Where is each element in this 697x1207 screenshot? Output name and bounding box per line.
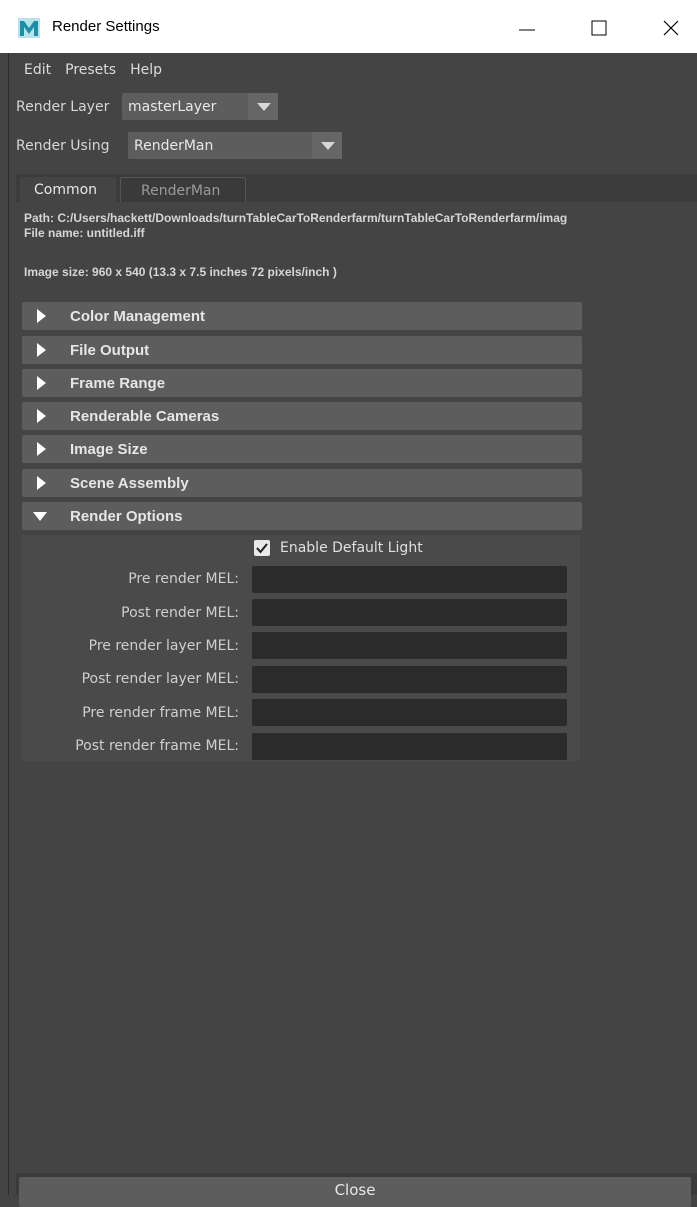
tab-common[interactable]: Common	[20, 177, 116, 203]
post-render-mel-label: Post render MEL:	[121, 605, 239, 621]
pre-render-frame-mel-label: Pre render frame MEL:	[82, 705, 239, 721]
render-using-label: Render Using	[16, 138, 110, 154]
post-render-frame-mel-label: Post render frame MEL:	[75, 738, 239, 754]
post-render-frame-mel-field[interactable]	[252, 733, 567, 760]
dropdown-arrow-icon[interactable]	[248, 93, 278, 120]
menu-help[interactable]: Help	[130, 62, 162, 78]
render-using-dropdown[interactable]: RenderMan	[128, 132, 342, 159]
render-using-value: RenderMan	[134, 138, 214, 154]
post-render-layer-mel-label: Post render layer MEL:	[81, 671, 239, 687]
post-render-layer-mel-field[interactable]	[252, 666, 567, 693]
section-frame-range[interactable]: Frame Range	[22, 369, 582, 397]
tab-renderman[interactable]: RenderMan	[120, 177, 246, 204]
maximize-icon	[591, 20, 607, 36]
section-label: Renderable Cameras	[70, 408, 220, 425]
close-button-label: Close	[334, 1181, 376, 1199]
dropdown-arrow-icon[interactable]	[312, 132, 342, 159]
section-label: Frame Range	[70, 375, 166, 392]
expand-arrow-icon	[37, 376, 46, 390]
tab-strip: Common RenderMan	[16, 174, 697, 204]
enable-default-light-checkbox[interactable]	[254, 540, 270, 556]
minimize-icon	[519, 29, 535, 31]
section-label: Image Size	[70, 441, 148, 458]
section-image-size[interactable]: Image Size	[22, 435, 582, 463]
section-color-management[interactable]: Color Management	[22, 302, 582, 330]
checkmark-icon	[256, 543, 268, 554]
pre-render-layer-mel-field[interactable]	[252, 632, 567, 659]
maya-logo-icon	[18, 18, 40, 38]
title-bar: Render Settings	[0, 0, 697, 53]
pre-render-frame-mel-field[interactable]	[252, 699, 567, 726]
section-file-output[interactable]: File Output	[22, 336, 582, 364]
output-path: Path: C:/Users/hackett/Downloads/turnTab…	[24, 211, 568, 225]
section-render-options[interactable]: Render Options	[22, 502, 582, 530]
pre-render-layer-mel-label: Pre render layer MEL:	[88, 638, 239, 654]
render-layer-dropdown[interactable]: masterLayer	[122, 93, 278, 120]
expand-arrow-icon	[37, 309, 46, 323]
close-icon	[663, 20, 679, 36]
menu-bar: Edit Presets Help	[16, 62, 176, 84]
expand-arrow-icon	[37, 409, 46, 423]
post-render-mel-field[interactable]	[252, 599, 567, 626]
expand-arrow-icon	[37, 476, 46, 490]
section-label: Render Options	[70, 508, 183, 525]
close-window-button[interactable]	[648, 10, 694, 46]
pre-render-mel-label: Pre render MEL:	[128, 571, 239, 587]
section-label: File Output	[70, 342, 150, 359]
tab-renderman-label: RenderMan	[141, 183, 221, 199]
window-title: Render Settings	[52, 18, 160, 35]
close-button[interactable]: Close	[19, 1177, 691, 1207]
expand-arrow-icon	[37, 442, 46, 456]
menu-edit[interactable]: Edit	[24, 62, 51, 78]
minimize-button[interactable]	[504, 10, 550, 46]
expand-arrow-icon	[37, 343, 46, 357]
collapse-arrow-icon	[33, 512, 47, 521]
render-layer-label: Render Layer	[16, 99, 110, 115]
image-size-info: Image size: 960 x 540 (13.3 x 7.5 inches…	[24, 265, 337, 279]
section-label: Scene Assembly	[70, 475, 189, 492]
render-layer-value: masterLayer	[128, 99, 217, 115]
pre-render-mel-field[interactable]	[252, 566, 567, 593]
maximize-button[interactable]	[576, 10, 622, 46]
enable-default-light-label: Enable Default Light	[280, 540, 423, 556]
section-label: Color Management	[70, 308, 206, 325]
tab-common-label: Common	[34, 182, 98, 198]
section-scene-assembly[interactable]: Scene Assembly	[22, 469, 582, 497]
section-renderable-cameras[interactable]: Renderable Cameras	[22, 402, 582, 430]
menu-presets[interactable]: Presets	[65, 62, 116, 78]
file-name: File name: untitled.iff	[24, 226, 145, 240]
